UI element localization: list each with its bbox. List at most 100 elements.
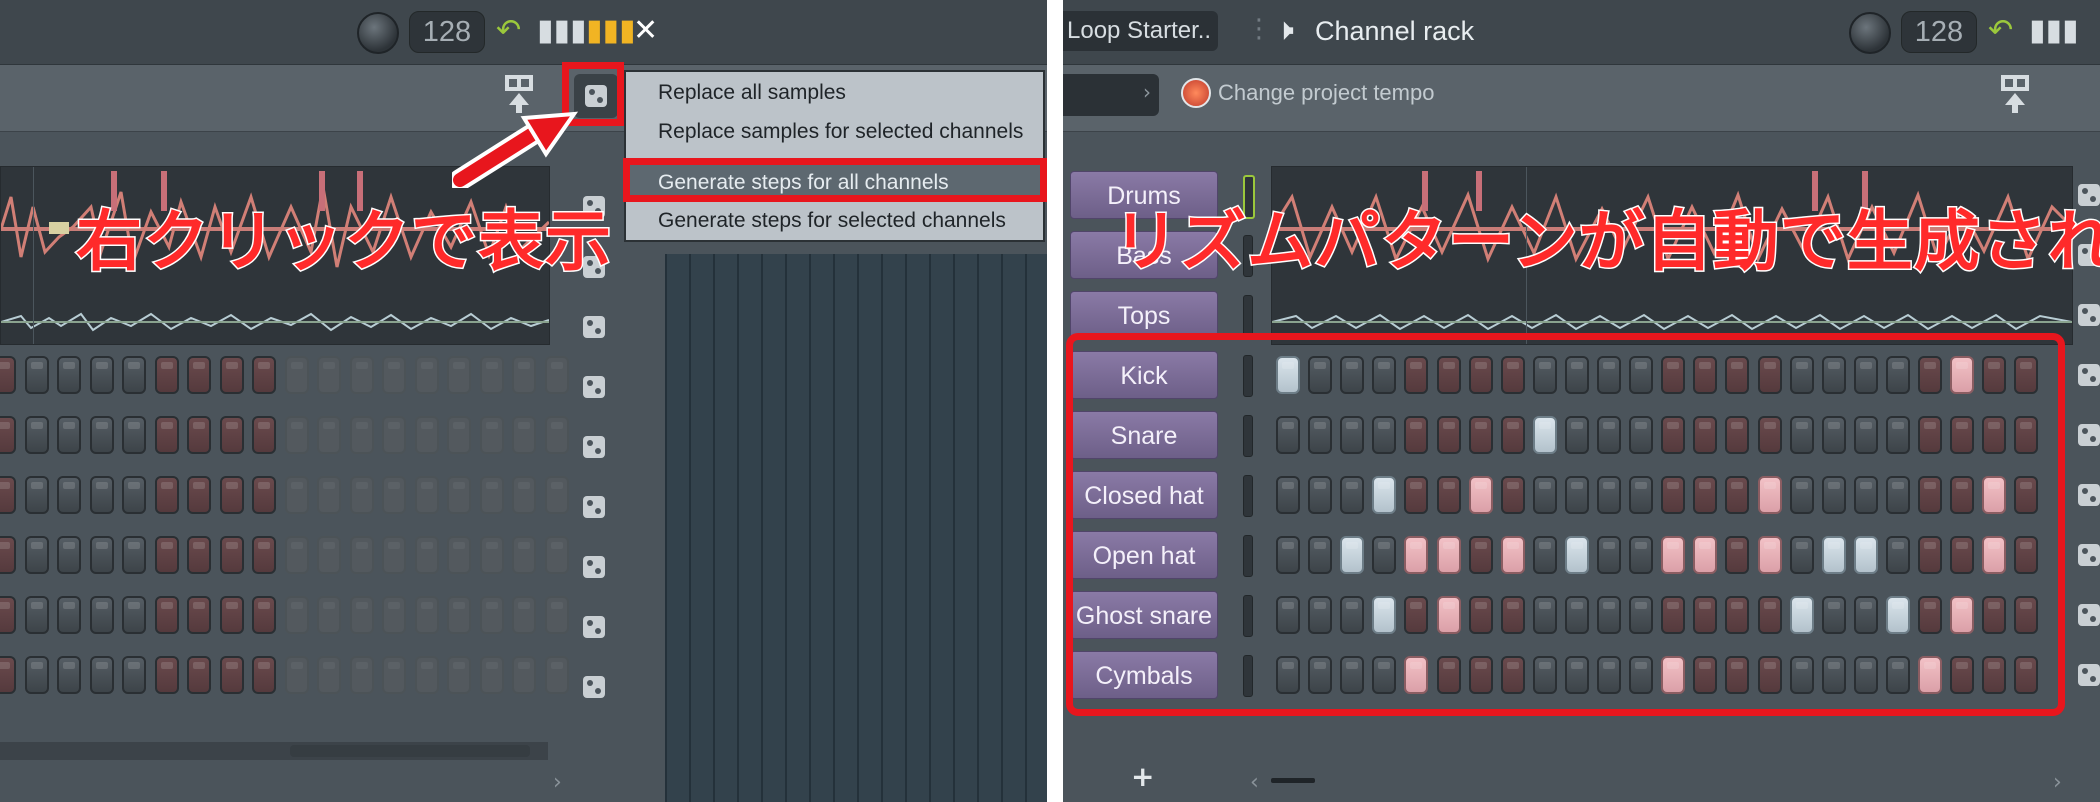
step-button[interactable]	[0, 536, 16, 574]
step-button[interactable]	[187, 356, 211, 394]
step-button[interactable]	[414, 416, 439, 454]
tempo-display[interactable]: 128	[409, 11, 485, 53]
step-button[interactable]	[512, 656, 536, 694]
undo-icon[interactable]: ↶	[496, 11, 521, 51]
step-button[interactable]	[447, 596, 471, 634]
step-button[interactable]	[187, 476, 211, 514]
step-button[interactable]	[187, 596, 211, 634]
step-button[interactable]	[414, 356, 439, 394]
step-button[interactable]	[89, 536, 114, 574]
left-horizontal-scrollbar[interactable]	[0, 742, 548, 760]
step-button[interactable]	[219, 656, 244, 694]
step-button[interactable]	[317, 536, 341, 574]
step-button[interactable]	[382, 416, 406, 454]
dice-icon[interactable]	[583, 556, 605, 578]
step-button[interactable]	[349, 476, 374, 514]
step-button[interactable]	[57, 356, 81, 394]
step-button[interactable]	[252, 356, 276, 394]
dice-icon[interactable]	[583, 676, 605, 698]
step-button[interactable]	[544, 476, 569, 514]
step-button[interactable]	[317, 356, 341, 394]
step-button[interactable]	[414, 656, 439, 694]
step-button[interactable]	[479, 536, 504, 574]
step-button[interactable]	[382, 356, 406, 394]
step-button[interactable]	[284, 356, 309, 394]
scroll-left-arrow[interactable]: ‹	[1250, 770, 1259, 795]
add-channel-button[interactable]: +	[1131, 760, 1154, 793]
step-button[interactable]	[219, 356, 244, 394]
step-button[interactable]	[479, 416, 504, 454]
step-button[interactable]	[544, 536, 569, 574]
scroll-right-arrow[interactable]: ›	[553, 770, 562, 795]
step-button[interactable]	[317, 416, 341, 454]
step-button[interactable]	[382, 596, 406, 634]
step-button[interactable]	[544, 416, 569, 454]
step-button[interactable]	[24, 596, 49, 634]
step-button[interactable]	[252, 416, 276, 454]
close-icon[interactable]: ✕	[633, 11, 658, 51]
step-button[interactable]	[24, 356, 49, 394]
step-button[interactable]	[187, 416, 211, 454]
step-button[interactable]	[382, 656, 406, 694]
step-button[interactable]	[0, 416, 16, 454]
step-button[interactable]	[479, 656, 504, 694]
dice-icon[interactable]	[583, 376, 605, 398]
step-button[interactable]	[447, 536, 471, 574]
step-button[interactable]	[122, 416, 146, 454]
step-button[interactable]	[122, 476, 146, 514]
step-button[interactable]	[479, 596, 504, 634]
step-button[interactable]	[57, 416, 81, 454]
step-button[interactable]	[349, 536, 374, 574]
step-button[interactable]	[414, 476, 439, 514]
step-button[interactable]	[447, 476, 471, 514]
step-button[interactable]	[544, 356, 569, 394]
menu-item-generate-steps-selected[interactable]: Generate steps for selected channels	[626, 202, 1043, 240]
step-button[interactable]	[414, 596, 439, 634]
step-button[interactable]	[382, 476, 406, 514]
step-button[interactable]	[349, 656, 374, 694]
step-button[interactable]	[24, 476, 49, 514]
step-button[interactable]	[24, 656, 49, 694]
step-button[interactable]	[252, 536, 276, 574]
step-button[interactable]	[219, 416, 244, 454]
step-button[interactable]	[122, 596, 146, 634]
step-button[interactable]	[544, 596, 569, 634]
step-button[interactable]	[187, 656, 211, 694]
scroll-right-arrow[interactable]: ›	[2053, 770, 2062, 795]
step-button[interactable]	[252, 656, 276, 694]
scroll-thumb[interactable]	[290, 745, 530, 757]
step-button[interactable]	[252, 476, 276, 514]
step-button[interactable]	[382, 536, 406, 574]
step-button[interactable]	[187, 536, 211, 574]
master-volume-knob[interactable]	[357, 12, 399, 54]
step-button[interactable]	[0, 476, 16, 514]
step-button[interactable]	[89, 596, 114, 634]
step-button[interactable]	[154, 596, 179, 634]
step-button[interactable]	[154, 416, 179, 454]
step-button[interactable]	[0, 596, 16, 634]
step-button[interactable]	[512, 476, 536, 514]
step-button[interactable]	[89, 656, 114, 694]
step-button[interactable]	[154, 656, 179, 694]
step-button[interactable]	[414, 536, 439, 574]
step-button[interactable]	[0, 656, 16, 694]
step-button[interactable]	[544, 656, 569, 694]
step-button[interactable]	[154, 356, 179, 394]
dice-icon[interactable]	[583, 436, 605, 458]
step-button[interactable]	[24, 416, 49, 454]
step-button[interactable]	[512, 356, 536, 394]
step-button[interactable]	[479, 356, 504, 394]
step-button[interactable]	[122, 536, 146, 574]
step-button[interactable]	[122, 656, 146, 694]
step-button[interactable]	[317, 476, 341, 514]
step-button[interactable]	[219, 476, 244, 514]
step-button[interactable]	[512, 596, 536, 634]
step-button[interactable]	[57, 596, 81, 634]
graph-editor-icon[interactable]: ▮▮▮	[537, 11, 587, 51]
step-button[interactable]	[349, 356, 374, 394]
dice-icon[interactable]	[583, 616, 605, 638]
step-button[interactable]	[0, 356, 16, 394]
step-button[interactable]	[512, 416, 536, 454]
step-button[interactable]	[447, 656, 471, 694]
dice-icon[interactable]	[583, 496, 605, 518]
